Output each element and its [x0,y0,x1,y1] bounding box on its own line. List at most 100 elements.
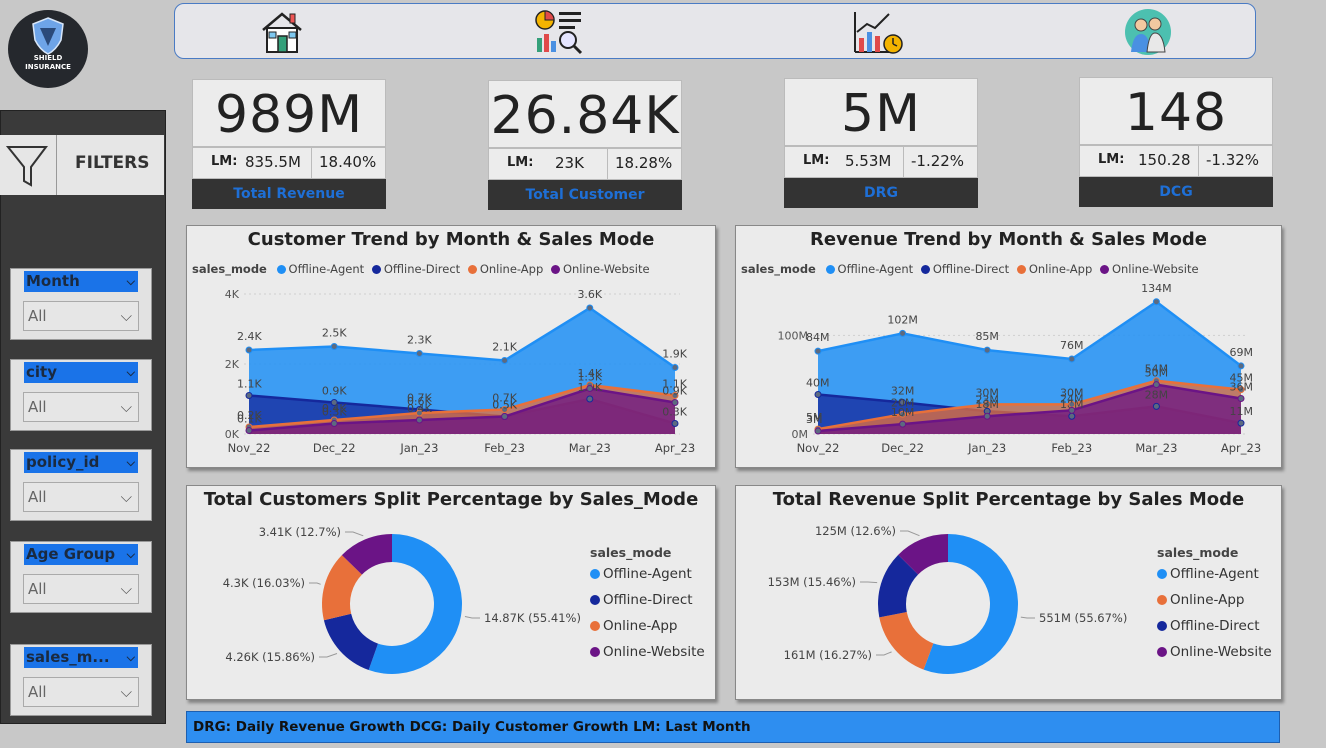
revenue-split-donut: Total Revenue Split Percentage by Sales … [735,485,1282,700]
x-tick-label: Feb_23 [1051,441,1092,455]
data-point[interactable] [501,357,509,364]
nav-report-button[interactable] [533,8,587,56]
data-point[interactable] [983,412,991,420]
nav-home-button[interactable] [255,8,309,56]
data-point[interactable] [1152,298,1160,306]
data-point[interactable] [330,343,338,350]
nav-people-button[interactable] [1121,8,1175,56]
x-tick-label: Mar_23 [1135,441,1177,455]
data-point[interactable] [245,346,253,354]
data-point[interactable] [245,427,253,434]
chevron-down-icon: ⌵ [120,307,132,325]
x-tick-label: Apr_23 [655,441,695,455]
legend-item[interactable]: Online-App [590,618,705,644]
data-point[interactable] [1152,381,1160,389]
slicer-title[interactable]: Month ⌵ [24,271,138,292]
data-point[interactable] [899,329,907,337]
slicer-title[interactable]: city ⌵ [24,362,138,383]
data-point[interactable] [586,304,594,312]
data-point[interactable] [415,350,423,357]
slicer-dropdown[interactable]: All ⌵ [23,301,139,331]
filters-title: FILTERS [75,153,150,173]
data-point[interactable] [330,420,338,427]
data-point[interactable] [245,392,253,399]
growth-pct: 18.28% [615,154,673,172]
donut-slice[interactable] [323,613,378,670]
legend-item[interactable]: Offline-Agent [1157,566,1272,592]
donut-slice[interactable] [879,612,934,670]
home-icon [262,12,302,53]
data-point[interactable] [501,413,509,420]
data-label: 36M [1230,380,1254,393]
chevron-down-icon: ⌵ [126,651,135,664]
legend-item[interactable]: Offline-Agent [590,566,705,592]
data-point[interactable] [1237,394,1245,402]
kpi-value: 5M [784,78,978,146]
leader-line [860,581,878,584]
leader-line [309,582,321,585]
area-chart-plot: 0M 100M Nov_22 Dec_22 Jan_23 Feb_23 Mar_23 Apr_… [778,282,1262,455]
data-label: 2.3K [407,334,432,347]
data-point[interactable] [1237,419,1245,427]
slicer-title[interactable]: sales_m... ⌵ [24,647,138,668]
kpi-last-month: LM: 150.28 -1.32% [1079,145,1273,177]
x-tick-label: Jan_23 [967,441,1006,455]
legend-item[interactable]: Online-Website [590,644,705,670]
data-label: 4.3K (16.03%) [223,576,305,590]
data-point[interactable] [671,420,679,427]
data-point[interactable] [671,399,679,406]
data-label: 84M [806,331,830,344]
data-point[interactable] [1068,406,1076,414]
x-tick-label: Jan_23 [399,441,438,455]
leader-line [319,653,338,658]
x-tick-label: Dec_22 [881,441,924,455]
nav-growth-button[interactable] [851,8,905,56]
data-point[interactable] [1068,412,1076,420]
lm-value: 150.28 [1138,151,1191,169]
kpi-last-month: LM: 5.53M -1.22% [784,146,978,178]
legend-item[interactable]: Online-Website [1157,644,1272,670]
data-point[interactable] [1152,402,1160,410]
divider [1198,146,1199,177]
data-label: 14.87K (55.41%) [484,611,581,625]
people-icon [1125,9,1171,55]
lm-value: 5.53M [845,152,892,170]
slicer-title[interactable]: policy_id ⌵ [24,452,138,473]
data-label: 1.9K [662,348,687,361]
data-point[interactable] [415,416,423,424]
data-point[interactable] [983,346,991,354]
y-tick-label: 2K [225,358,240,371]
legend-title: sales_mode [1157,545,1239,560]
kpi-value: 148 [1079,77,1273,145]
slicer-title[interactable]: Age Group ⌵ [24,544,138,565]
slicer-dropdown[interactable]: All ⌵ [23,574,139,604]
data-point[interactable] [1068,355,1076,363]
data-point[interactable] [899,420,907,428]
growth-pct: -1.22% [911,152,965,170]
slicer-dropdown[interactable]: All ⌵ [23,392,139,422]
data-point[interactable] [814,427,822,435]
slicer-dropdown[interactable]: All ⌵ [23,677,139,707]
data-point[interactable] [1237,362,1245,370]
data-point[interactable] [586,395,594,403]
data-point[interactable] [814,391,822,399]
leader-line [1020,616,1035,619]
legend-item[interactable]: Offline-Direct [1157,618,1272,644]
legend-item[interactable]: Offline-Direct [590,592,705,618]
data-label: 134M [1141,282,1172,295]
filter-icon[interactable] [0,135,56,195]
lm-value: 835.5M [245,153,301,171]
company-logo: SHIELD INSURANCE [8,10,88,88]
x-tick-label: Dec_22 [313,441,356,455]
chevron-down-icon: ⌵ [120,580,132,598]
data-point[interactable] [814,347,822,355]
glossary-footer: DRG: Daily Revenue Growth DCG: Daily Cus… [186,711,1280,743]
shield-icon [32,17,64,55]
data-point[interactable] [586,385,594,392]
legend-item[interactable]: Online-App [1157,592,1272,618]
divider [311,148,312,179]
data-point[interactable] [671,364,679,371]
lm-value: 23K [555,154,584,172]
slicer-dropdown[interactable]: All ⌵ [23,482,139,512]
data-label: 10M [891,406,915,419]
